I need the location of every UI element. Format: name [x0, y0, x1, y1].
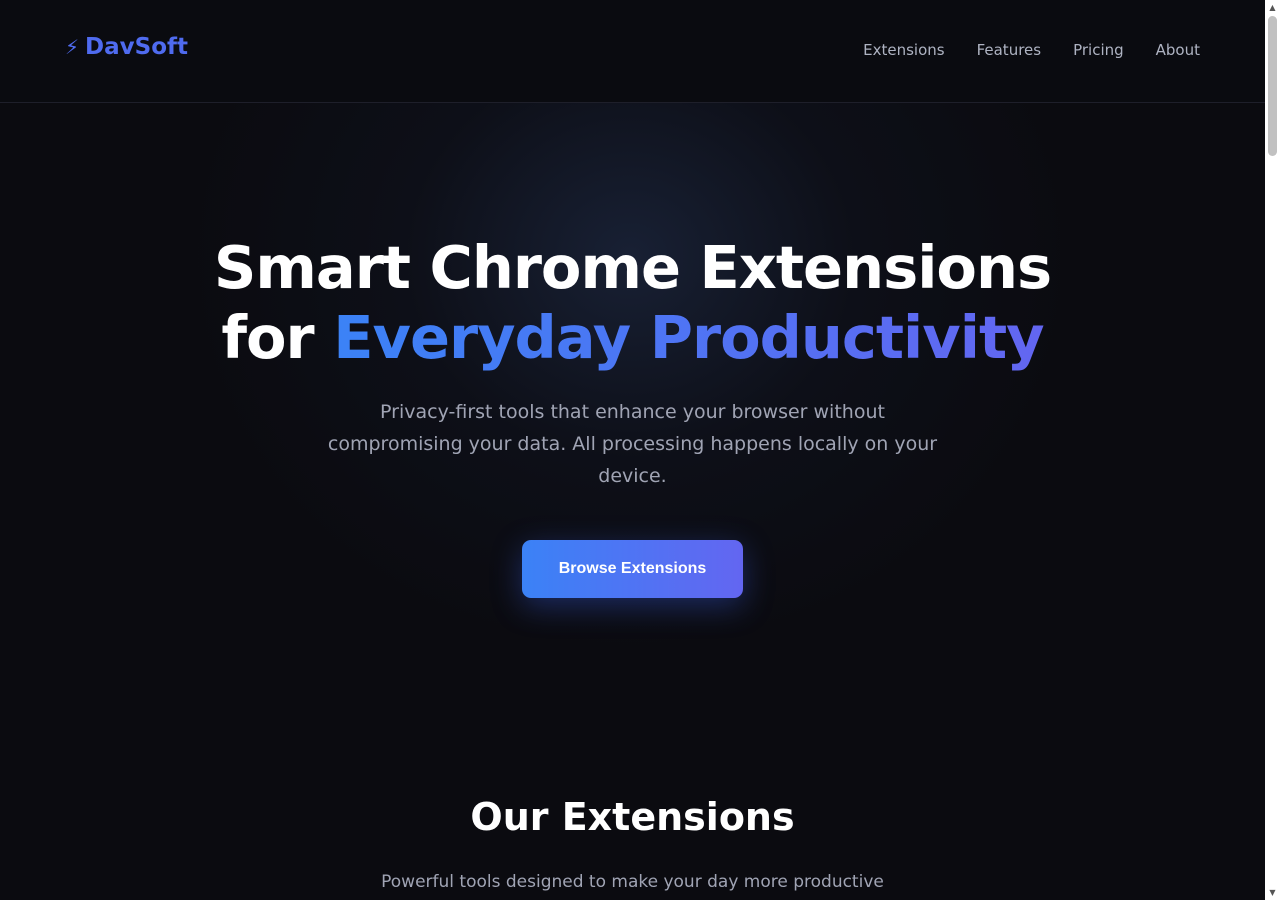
main-nav: Extensions Features Pricing About — [863, 41, 1200, 59]
landing-page: ⚡ DavSoft Extensions Features Pricing Ab… — [0, 0, 1265, 900]
nav-link-extensions[interactable]: Extensions — [863, 41, 944, 59]
browse-extensions-button[interactable]: Browse Extensions — [522, 540, 743, 598]
lightning-bolt-icon: ⚡ — [65, 35, 80, 59]
hero-title-prefix: for — [221, 303, 334, 372]
extensions-section-title: Our Extensions — [470, 795, 795, 839]
scroll-down-arrow-icon[interactable]: ▼ — [1265, 885, 1280, 900]
hero-title-line1: Smart Chrome Extensions — [213, 233, 1052, 302]
logo[interactable]: ⚡ DavSoft — [65, 34, 188, 60]
scroll-up-arrow-icon[interactable]: ▲ — [1265, 0, 1280, 15]
hero-subtitle-line2: compromising your data. All processing h… — [327, 433, 938, 455]
hero-title-line2: for Everyday Productivity — [0, 303, 1265, 373]
logo-text: DavSoft — [85, 34, 189, 60]
nav-link-about[interactable]: About — [1156, 41, 1200, 59]
page-scrollbar[interactable]: ▲ ▼ — [1265, 0, 1280, 900]
site-header: ⚡ DavSoft Extensions Features Pricing Ab… — [0, 0, 1265, 103]
extensions-section-subtitle: Powerful tools designed to make your day… — [381, 872, 884, 892]
hero-title-accent: Everyday Productivity — [333, 303, 1044, 372]
scroll-thumb[interactable] — [1268, 16, 1277, 156]
hero-subtitle-line1: Privacy-first tools that enhance your br… — [380, 401, 885, 423]
hero-subtitle-line3: device. — [598, 465, 667, 487]
nav-link-pricing[interactable]: Pricing — [1073, 41, 1124, 59]
nav-link-features[interactable]: Features — [977, 41, 1042, 59]
